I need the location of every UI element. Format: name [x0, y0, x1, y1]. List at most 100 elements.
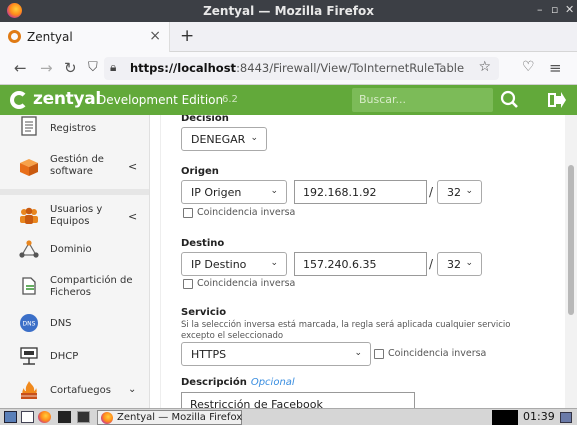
destino-inverse-checkbox[interactable] [183, 279, 193, 289]
origen-mask-select[interactable]: 32 ⌄ [437, 180, 482, 204]
software-box-icon [20, 159, 38, 176]
lock-icon[interactable]: 🔒︎ [110, 60, 116, 75]
destino-ip-input[interactable]: 157.240.6.35 [294, 252, 427, 276]
taskbar: Zentyal — Mozilla Firefox 01:39 [0, 408, 577, 425]
servicio-inverse-label: Coincidencia inversa [388, 348, 487, 359]
sidebar-item-gestion-software[interactable]: Gestión de software < [0, 147, 149, 187]
dhcp-icon [20, 347, 38, 365]
sidebar-item-label: Dominio [50, 244, 92, 255]
sidebar-item-cortafuegos[interactable]: Cortafuegos ⌄ [0, 371, 149, 408]
svg-text:DNS: DNS [23, 321, 36, 328]
servicio-label: Servicio [181, 307, 227, 318]
destino-slash: / [429, 257, 434, 271]
destino-mask-select[interactable]: 32 ⌄ [437, 252, 482, 276]
origen-inverse-checkbox[interactable] [183, 208, 193, 218]
origen-inverse-label: Coincidencia inversa [197, 207, 296, 218]
servicio-inverse-checkbox[interactable] [374, 349, 384, 359]
taskbar-firefox-task[interactable]: Zentyal — Mozilla Firefox [97, 410, 242, 425]
maximize-icon[interactable]: ▫ [551, 3, 558, 16]
tracking-shield-icon[interactable]: ⛉ [88, 60, 98, 75]
terminal-icon[interactable] [58, 411, 71, 423]
desktop-icon[interactable] [4, 411, 17, 423]
sidebar-item-label: Usuarios y Equipos [50, 204, 103, 227]
sidebar: Registros Gestión de software < Usuarios… [0, 115, 150, 408]
origen-label: Origen [181, 166, 219, 177]
tray-icon[interactable] [560, 412, 572, 423]
chevron-down-icon: ⌄ [128, 384, 137, 395]
registry-icon [21, 116, 37, 136]
chevron-down-icon: ⌄ [465, 258, 473, 268]
main-content: Decisión DENEGAR ⌄ Origen IP Origen ⌄ 19… [150, 115, 565, 408]
firewall-icon [21, 381, 37, 399]
sidebar-item-label: Cortafuegos [50, 385, 111, 396]
browser-tab[interactable]: Zentyal × [0, 22, 170, 52]
sidebar-item-comparticion[interactable]: Compartición de Ficheros [0, 267, 149, 307]
zentyal-favicon-icon [8, 30, 21, 43]
decision-label: Decisión [181, 115, 229, 124]
new-tab-button[interactable]: + [180, 26, 194, 46]
bookmark-star-icon[interactable]: ☆ [478, 59, 491, 75]
descripcion-input[interactable]: Restricción de Facebook [181, 392, 415, 408]
chevron-left-icon: < [128, 210, 138, 223]
search-button[interactable] [493, 88, 527, 112]
browser-tabbar: Zentyal × + [0, 22, 577, 52]
origen-ip-input[interactable]: 192.168.1.92 [294, 180, 427, 204]
window-list-icon[interactable] [77, 411, 90, 423]
logout-icon [548, 92, 566, 108]
firefox-launcher-icon[interactable] [38, 411, 51, 423]
url-bar[interactable]: ⛉ 🔒︎ https://localhost:8443/Firewall/Vie… [88, 57, 499, 80]
domain-network-icon [19, 240, 39, 258]
window-title: Zentyal — Mozilla Firefox [203, 4, 374, 18]
taskbar-clock[interactable]: 01:39 [523, 410, 555, 423]
origen-slash: / [429, 185, 434, 199]
forward-arrow-icon[interactable]: → [40, 59, 53, 77]
back-arrow-icon[interactable]: ← [14, 59, 27, 77]
firefox-icon [101, 412, 113, 424]
sidebar-item-label: Gestión de software [50, 154, 104, 177]
window-titlebar: Zentyal — Mozilla Firefox – ▫ ✕ [0, 0, 577, 22]
users-icon [20, 207, 38, 224]
sidebar-item-label: DNS [50, 318, 72, 329]
chevron-down-icon: ⌄ [250, 133, 258, 143]
vertical-scrollbar[interactable] [565, 115, 577, 408]
edition-label: Development Edition [97, 93, 224, 107]
file-manager-icon[interactable] [21, 411, 34, 423]
optional-tag: Opcional [250, 377, 295, 388]
browser-navbar: ← → ↻ ⛉ 🔒︎ https://localhost:8443/Firewa… [0, 52, 577, 85]
tab-label: Zentyal [27, 30, 73, 44]
sidebar-item-label: Compartición de Ficheros [50, 275, 133, 298]
servicio-select[interactable]: HTTPS ⌄ [181, 342, 371, 366]
minimize-icon[interactable]: – [537, 3, 543, 16]
url-text[interactable]: https://localhost:8443/Firewall/View/ToI… [130, 61, 464, 75]
destino-type-select[interactable]: IP Destino ⌄ [181, 252, 287, 276]
brand-name[interactable]: zentyal [33, 89, 101, 109]
search-input[interactable]: Buscar... [352, 88, 493, 112]
sidebar-item-registros[interactable]: Registros [0, 115, 149, 149]
version-label: 6.2 [222, 94, 238, 105]
decision-select[interactable]: DENEGAR ⌄ [181, 127, 267, 151]
origen-type-select[interactable]: IP Origen ⌄ [181, 180, 287, 204]
sidebar-divider [0, 189, 149, 195]
rule-form: Decisión DENEGAR ⌄ Origen IP Origen ⌄ 19… [160, 115, 555, 408]
logout-button[interactable] [545, 89, 567, 111]
destino-label: Destino [181, 238, 225, 249]
pocket-icon[interactable]: ♡ [522, 59, 535, 75]
servicio-help-text: Si la selección inversa está marcada, la… [181, 320, 511, 341]
zentyal-logo-icon[interactable] [10, 91, 28, 109]
close-window-icon[interactable]: ✕ [565, 3, 574, 16]
dns-icon: DNS [20, 314, 38, 332]
hamburger-menu-icon[interactable]: ≡ [549, 59, 562, 77]
chevron-down-icon: ⌄ [465, 186, 473, 196]
sidebar-item-dominio[interactable]: Dominio [0, 231, 149, 271]
file-share-icon [22, 277, 36, 295]
scrollbar-thumb[interactable] [568, 165, 574, 315]
destino-inverse-label: Coincidencia inversa [197, 278, 296, 289]
chevron-down-icon: ⌄ [270, 258, 278, 268]
descripcion-label: Descripción Opcional [181, 377, 295, 388]
chevron-down-icon: ⌄ [270, 186, 278, 196]
chevron-down-icon: ⌄ [354, 348, 362, 358]
search-icon [500, 90, 518, 108]
tab-close-icon[interactable]: × [149, 28, 161, 44]
chevron-left-icon: < [128, 160, 138, 173]
reload-icon[interactable]: ↻ [64, 59, 77, 77]
